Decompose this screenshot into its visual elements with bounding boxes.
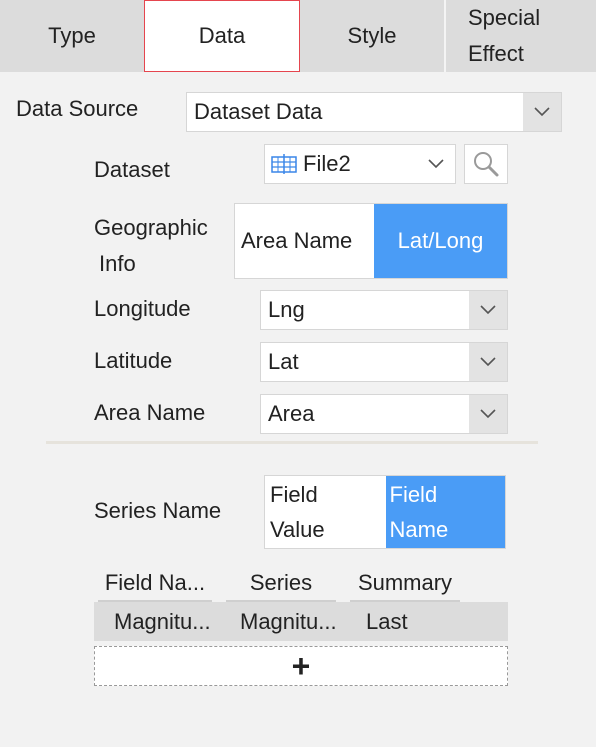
chevron-down-icon[interactable] bbox=[469, 291, 507, 329]
table-cell-field-name: Magnitu... bbox=[114, 608, 211, 634]
data-source-select[interactable]: Dataset Data bbox=[186, 92, 562, 132]
column-header-series[interactable]: Series bbox=[226, 566, 336, 602]
tab-data-label: Data bbox=[198, 23, 246, 48]
chevron-down-icon[interactable] bbox=[523, 93, 561, 131]
column-header-summary-label: Summary bbox=[357, 570, 453, 595]
tab-style-label: Style bbox=[347, 23, 397, 48]
series-option-field-value-2: Value bbox=[270, 517, 325, 542]
table-cell-series: Magnitu... bbox=[240, 608, 337, 634]
longitude-value: Lng bbox=[268, 297, 305, 322]
chevron-down-icon[interactable] bbox=[417, 145, 455, 183]
chevron-down-icon[interactable] bbox=[469, 395, 507, 433]
longitude-label: Longitude bbox=[94, 296, 191, 321]
dataset-table-icon bbox=[265, 154, 297, 174]
column-header-field-name-label: Field Na... bbox=[104, 570, 206, 595]
tab-type[interactable]: Type bbox=[0, 0, 144, 72]
geo-option-area-name-label: Area Name bbox=[241, 228, 353, 253]
column-header-series-label: Series bbox=[249, 570, 313, 595]
column-header-summary[interactable]: Summary bbox=[350, 566, 460, 602]
series-name-toggle: Field Value Field Name bbox=[264, 475, 506, 549]
section-divider bbox=[46, 441, 538, 444]
geo-option-area-name[interactable]: Area Name bbox=[235, 204, 374, 278]
tab-special-label-2: Effect bbox=[468, 41, 524, 66]
series-option-field-name-2: Name bbox=[389, 517, 449, 542]
geographic-info-label-2: Info bbox=[99, 251, 136, 276]
area-name-select[interactable]: Area bbox=[260, 394, 508, 434]
longitude-select[interactable]: Lng bbox=[260, 290, 508, 330]
series-name-label: Series Name bbox=[94, 498, 222, 523]
data-source-label: Data Source bbox=[16, 96, 139, 121]
dataset-value: File2 bbox=[303, 151, 351, 176]
tab-data[interactable]: Data bbox=[144, 0, 300, 72]
geo-option-lat-long[interactable]: Lat/Long bbox=[374, 204, 507, 278]
search-button[interactable] bbox=[464, 144, 508, 184]
tab-special-label-1: Special bbox=[468, 5, 541, 30]
geographic-info-label: Geographic Info bbox=[94, 210, 208, 282]
column-header-field-name[interactable]: Field Na... bbox=[98, 566, 212, 602]
tab-style[interactable]: Style bbox=[300, 0, 444, 72]
latitude-value: Lat bbox=[268, 349, 299, 374]
data-source-value: Dataset Data bbox=[194, 99, 323, 124]
series-option-field-name-1: Field bbox=[389, 482, 438, 507]
geo-option-lat-long-label: Lat/Long bbox=[397, 228, 484, 253]
chevron-down-icon[interactable] bbox=[469, 343, 507, 381]
latitude-label: Latitude bbox=[94, 348, 173, 373]
latitude-select[interactable]: Lat bbox=[260, 342, 508, 382]
table-cell-summary: Last bbox=[366, 608, 408, 634]
series-option-field-value-1: Field bbox=[270, 482, 318, 507]
geographic-info-label-1: Geographic bbox=[94, 215, 208, 240]
search-icon bbox=[474, 152, 499, 177]
series-option-field-name[interactable]: Field Name bbox=[385, 476, 505, 548]
area-name-label: Area Name bbox=[94, 400, 206, 425]
add-row-button[interactable]: + bbox=[94, 646, 508, 686]
dataset-select[interactable]: File2 bbox=[264, 144, 456, 184]
dataset-label: Dataset bbox=[94, 157, 170, 182]
tab-type-label: Type bbox=[48, 23, 96, 48]
tab-special-effect[interactable]: Special Effect bbox=[446, 0, 576, 72]
plus-icon: + bbox=[291, 648, 311, 684]
series-option-field-value[interactable]: Field Value bbox=[265, 476, 386, 548]
geographic-info-toggle: Area Name Lat/Long bbox=[234, 203, 508, 279]
area-name-value: Area bbox=[268, 401, 315, 426]
